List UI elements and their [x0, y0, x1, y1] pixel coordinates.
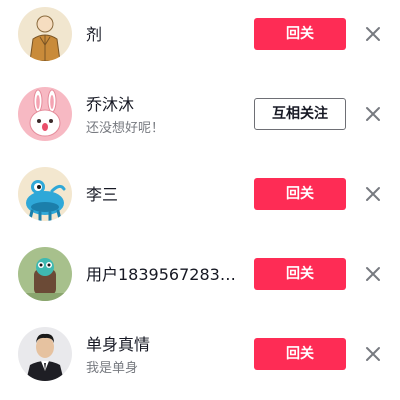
blue-monster-avatar-icon — [18, 167, 72, 221]
follow-back-button[interactable]: 回关 — [254, 338, 346, 370]
avatar[interactable] — [18, 327, 72, 381]
follower-list: 剂 回关 乔沐沐 还没想好呢！ 互相关注 李三 回关 用户18395672834… — [0, 0, 400, 400]
list-item[interactable]: 用户18395672834… 回关 — [0, 240, 400, 320]
sketch-person-avatar-icon — [18, 7, 72, 61]
follow-back-button[interactable]: 回关 — [254, 258, 346, 290]
list-item[interactable]: 剂 回关 — [0, 0, 400, 80]
close-icon — [366, 27, 380, 41]
user-name: 剂 — [86, 25, 103, 44]
remove-button[interactable] — [364, 345, 382, 363]
remove-button[interactable] — [364, 265, 382, 283]
green-monster-avatar-icon — [18, 247, 72, 301]
avatar[interactable] — [18, 167, 72, 221]
user-bio: 我是单身 — [86, 361, 139, 376]
close-icon — [366, 267, 380, 281]
remove-button[interactable] — [364, 105, 382, 123]
list-item[interactable]: 李三 回关 — [0, 160, 400, 240]
list-item[interactable]: 乔沐沐 还没想好呢！ 互相关注 — [0, 80, 400, 160]
user-bio: 还没想好呢！ — [86, 121, 165, 136]
follow-back-button[interactable]: 回关 — [254, 18, 346, 50]
close-icon — [366, 187, 380, 201]
remove-button[interactable] — [364, 25, 382, 43]
user-name: 单身真情 — [86, 335, 151, 354]
user-name: 乔沐沐 — [86, 95, 135, 114]
close-icon — [366, 347, 380, 361]
avatar[interactable] — [18, 247, 72, 301]
pink-bunny-avatar-icon — [18, 87, 72, 141]
follow-back-button[interactable]: 回关 — [254, 178, 346, 210]
list-item[interactable]: 单身真情 我是单身 回关 — [0, 320, 400, 400]
close-icon — [366, 107, 380, 121]
user-name: 李三 — [86, 185, 119, 204]
avatar[interactable] — [18, 7, 72, 61]
man-in-suit-avatar-icon — [18, 327, 72, 381]
user-name: 用户18395672834… — [86, 265, 242, 284]
mutual-follow-button[interactable]: 互相关注 — [254, 98, 346, 130]
avatar[interactable] — [18, 87, 72, 141]
remove-button[interactable] — [364, 185, 382, 203]
